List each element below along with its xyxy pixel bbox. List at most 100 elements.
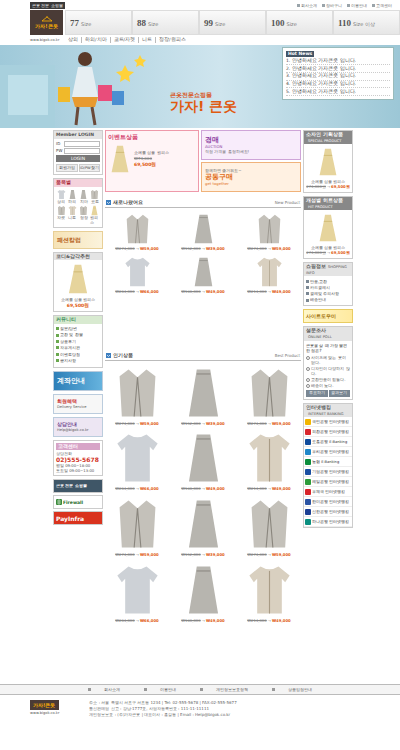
news-item[interactable]: 4. 안녕하세요 가자큰옷 입니다. (286, 81, 390, 89)
product-card[interactable]: ₩274,000→₩59,000 (105, 496, 169, 558)
product-card[interactable]: ₩214,000→₩49,000 (237, 562, 301, 624)
size-tab[interactable]: 100Size (266, 10, 333, 35)
top-link[interactable]: 장바구니 (322, 3, 342, 8)
footer-logo[interactable]: 가자!큰옷www.bigok.co.kr (30, 700, 59, 716)
category-label[interactable]: 니트 (68, 216, 76, 220)
shop-info-item[interactable]: 카드결제시 (306, 284, 350, 290)
product-card[interactable]: ₩152,000→₩39,000 (171, 496, 235, 558)
bank-link[interactable]: 한미은행 인터넷뱅킹 (304, 497, 352, 507)
footer-link-label[interactable]: 개인정보보호정책 (210, 687, 254, 692)
coordi-product[interactable]: 쇼에롤 심플 원피스69,500원 (54, 260, 102, 311)
auction-title[interactable]: 경매 (205, 136, 297, 145)
nav-item[interactable]: 니트 (138, 37, 155, 43)
product-name[interactable]: 쇼에롤 심플 원피스 (311, 245, 346, 250)
bank-label[interactable]: 하나은행 인터넷뱅킹 (312, 520, 349, 524)
community-label[interactable]: 이벤트당첨 (60, 352, 80, 357)
top-link-label[interactable]: 장바구니 (326, 3, 342, 8)
community-label[interactable]: 공지사항 (60, 358, 76, 363)
shop-badge-text[interactable]: 큰옷 전문 쇼핑몰 (56, 484, 87, 489)
size-tab[interactable]: 88Size (132, 10, 199, 35)
shop-info-label[interactable]: 반품,교환 (310, 279, 327, 284)
shop-badge[interactable]: 큰옷 전문 쇼핑몰 (53, 479, 103, 493)
size-number[interactable]: 99 (204, 18, 213, 29)
bank-label[interactable]: 외환은행 인터넷뱅킹 (312, 430, 349, 434)
help-banner[interactable]: 상담안내Help@bigok.co.kr (53, 417, 103, 437)
event-title[interactable]: 이벤트상품 (108, 133, 196, 141)
poll-option[interactable]: 교환반품이 힘들다. (306, 377, 350, 382)
id-input[interactable] (64, 141, 100, 147)
group-text[interactable]: 함께하면 즐거워요~ (205, 168, 297, 173)
firewall-badge[interactable]: Firewall (53, 495, 103, 509)
auction-en[interactable]: AUCTION (205, 145, 297, 150)
password-input[interactable] (64, 148, 100, 154)
category-label[interactable]: 코트 (91, 200, 99, 204)
community-item[interactable]: 교환 및 환불 (56, 332, 100, 338)
product-card[interactable]: ₩274,000→₩59,000 (237, 365, 301, 427)
size-number[interactable]: 88 (137, 18, 146, 29)
product-name[interactable]: 쇼에롤 심플 원피스 (311, 179, 346, 184)
category-label[interactable]: 정장 (80, 216, 88, 220)
bank-link[interactable]: 하나은행 인터넷뱅킹 (304, 517, 352, 527)
category-label[interactable]: 하의 (68, 200, 76, 204)
bank-link[interactable]: 국민은행 인터넷뱅킹 (304, 417, 352, 427)
footer-logo-text[interactable]: 가자!큰옷 (30, 700, 59, 710)
product-card[interactable]: ₩274,000→₩59,000 (105, 365, 169, 427)
nav-item[interactable]: 정장/원피스 (155, 37, 189, 43)
footer-link[interactable]: 상품입점안내 (260, 687, 324, 692)
community-item[interactable]: 질문/답변 (56, 326, 100, 332)
community-item[interactable]: 이벤트당첨 (56, 351, 100, 357)
radio-button[interactable] (306, 384, 310, 388)
product-card[interactable]: ₩186,000→₩49,000 (171, 255, 235, 295)
size-number[interactable]: 77 (70, 18, 79, 29)
top-link-label[interactable]: 회사소개 (301, 3, 317, 8)
bank-label[interactable]: 제일은행 인터넷뱅킹 (312, 480, 349, 484)
poll-option[interactable]: 배송이 늦다. (306, 383, 350, 388)
bank-link[interactable]: 기업은행 인터넷뱅킹 (304, 467, 352, 477)
login-link[interactable]: ID/PW찾기 (79, 164, 101, 172)
delivery-banner[interactable]: 회원혜택Delivery Service (53, 394, 103, 414)
product-card[interactable]: ₩214,000→₩49,000 (237, 430, 301, 492)
account-banner[interactable]: 계좌안내 (53, 371, 103, 391)
bank-link[interactable]: 조흥은행 E-Banking (304, 437, 352, 447)
category-item[interactable]: 상의 (56, 189, 66, 204)
shop-info-label[interactable]: 배송안내 (310, 297, 326, 302)
category-label[interactable]: 치마 (80, 200, 88, 204)
payinfra-badge[interactable]: PayInfra (53, 511, 103, 525)
shop-info-label[interactable]: 카드결제시 (310, 285, 330, 290)
account-title[interactable]: 계좌안내 (57, 377, 99, 385)
product-card[interactable]: ₩264,000→₩66,000 (105, 430, 169, 492)
size-tab[interactable]: 77Size (65, 10, 132, 35)
poll-option-label[interactable]: 교환반품이 힘들다. (311, 377, 346, 382)
shop-info-item[interactable]: 배송안내 (306, 297, 350, 303)
product-card[interactable]: ₩152,000→₩39,000 (171, 212, 235, 252)
category-item[interactable]: 코트 (90, 189, 100, 204)
firewall-text[interactable]: Firewall (63, 500, 83, 506)
category-label[interactable]: 원피스 (90, 216, 100, 225)
category-item[interactable]: 원피스 (90, 205, 100, 225)
bank-label[interactable]: 우체국 인터넷뱅킹 (312, 490, 345, 494)
login-link[interactable]: 회원가입 (56, 164, 78, 172)
bank-link[interactable]: 우체국 인터넷뱅킹 (304, 487, 352, 497)
top-link[interactable]: 이용안내 (347, 3, 367, 8)
category-item[interactable]: 하의 (67, 189, 77, 204)
news-item[interactable]: 3. 안녕하세요 가자큰옷 입니다. (286, 73, 390, 81)
category-item[interactable]: 치마 (79, 189, 89, 204)
nav-item[interactable]: 코트/자켓 (110, 37, 139, 43)
product-name[interactable]: 쇼에롤 심플 원피스 (61, 297, 96, 302)
size-unit[interactable]: Size (287, 21, 297, 27)
product-name[interactable]: 쇼에롤 심플 원피스 (134, 150, 169, 155)
radio-button[interactable] (306, 356, 310, 360)
footer-link[interactable]: 이용안내 (132, 687, 188, 692)
top-link[interactable]: 고객센터 (372, 3, 392, 8)
shop-info-item[interactable]: 결제및 주의사항 (306, 291, 350, 297)
category-label[interactable]: 상의 (57, 200, 65, 204)
news-item[interactable]: 2. 안녕하세요 가자큰옷 입니다. (286, 65, 390, 73)
size-number[interactable]: 110 (338, 18, 351, 29)
bank-label[interactable]: 농협 E-Banking (312, 460, 339, 464)
bank-link[interactable]: 신한은행 인터넷뱅킹 (304, 507, 352, 517)
footer-link-label[interactable]: 회사소개 (98, 687, 126, 692)
poll-option[interactable]: 디자인이 다양하지 않다. (306, 366, 350, 376)
poll-option-label[interactable]: 배송이 늦다. (311, 383, 334, 388)
product-card[interactable]: ₩186,000→₩49,000 (171, 430, 235, 492)
footer-link-label[interactable]: 상품입점안내 (282, 687, 318, 692)
